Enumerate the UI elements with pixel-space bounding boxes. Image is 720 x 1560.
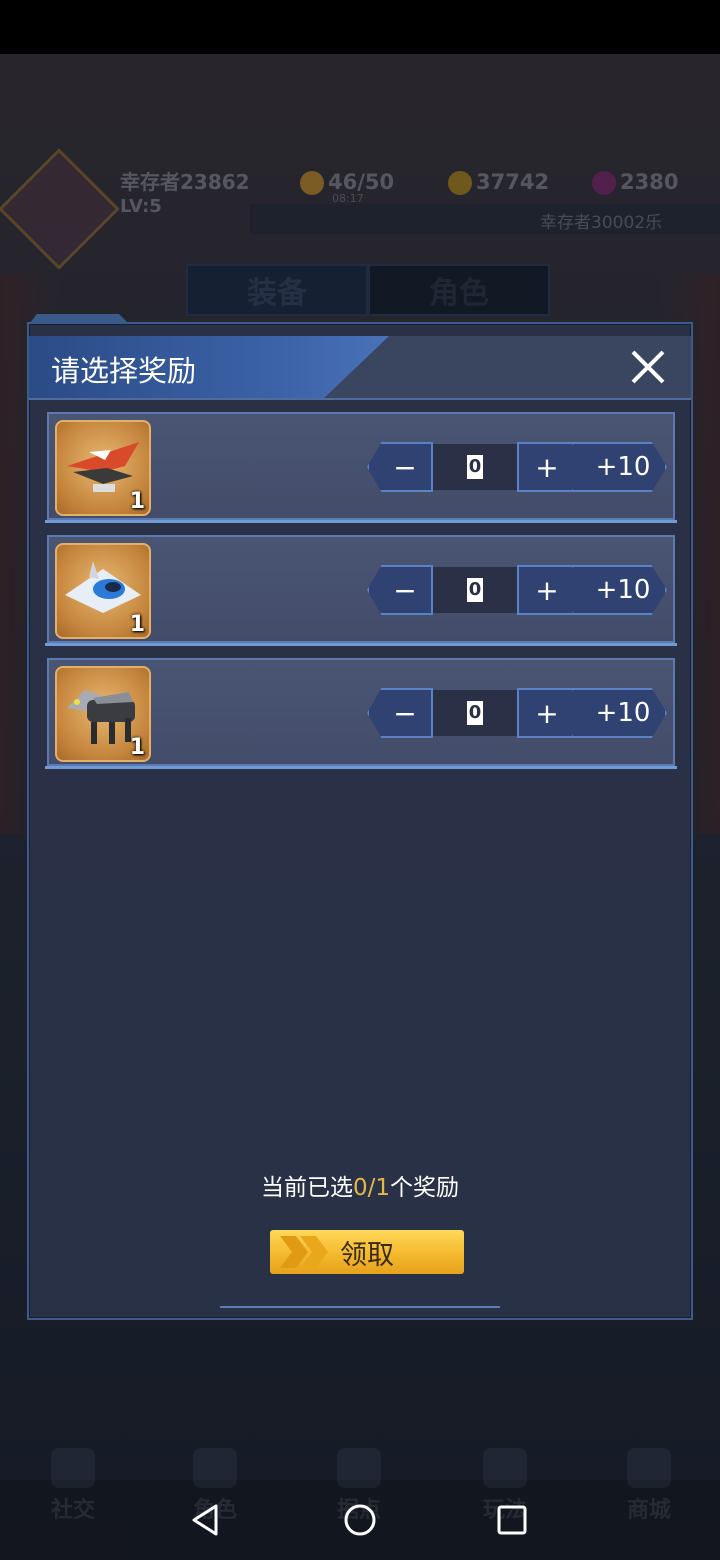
home-icon	[344, 1504, 376, 1536]
dialog-title: 请选择奖励	[51, 354, 197, 388]
minus-button[interactable]: −	[367, 565, 433, 615]
selection-summary: 当前已选0/1个奖励	[260, 1175, 459, 1201]
item-count: 1	[129, 735, 145, 760]
reward-row: 1 − 0 + +10	[45, 412, 677, 523]
recents-icon	[497, 1505, 527, 1535]
recents-button[interactable]	[492, 1500, 532, 1540]
plus10-button[interactable]: +10	[571, 442, 667, 492]
selection-count: 0/1	[352, 1175, 390, 1201]
dialog-header: 请选择奖励	[29, 336, 691, 400]
quantity-display: 0	[433, 567, 517, 613]
item-count: 1	[129, 612, 145, 637]
status-bar	[0, 0, 720, 54]
quantity-stepper: − 0 + +10	[367, 565, 667, 617]
reward-item-icon[interactable]: 1	[55, 666, 151, 762]
reward-item-icon[interactable]: 1	[55, 420, 151, 516]
dialog-bottom-edge	[220, 1306, 500, 1320]
item-count: 1	[129, 489, 145, 514]
close-button[interactable]	[623, 342, 673, 392]
back-icon	[192, 1504, 218, 1536]
plus10-button[interactable]: +10	[571, 565, 667, 615]
quantity-display: 0	[433, 444, 517, 490]
home-button[interactable]	[340, 1500, 380, 1540]
quantity-stepper: − 0 + +10	[367, 442, 667, 494]
claim-label: 领取	[340, 1239, 394, 1271]
minus-button[interactable]: −	[367, 442, 433, 492]
close-icon	[631, 350, 665, 384]
reward-item-icon[interactable]: 1	[55, 543, 151, 639]
back-button[interactable]	[186, 1500, 226, 1540]
reward-row: 1 − 0 + +10	[45, 658, 677, 769]
minus-button[interactable]: −	[367, 688, 433, 738]
chevron-right-icon	[280, 1236, 328, 1268]
quantity-display: 0	[433, 690, 517, 736]
quantity-stepper: − 0 + +10	[367, 688, 667, 740]
reward-row: 1 − 0 + +10	[45, 535, 677, 646]
plus10-button[interactable]: +10	[571, 688, 667, 738]
claim-button[interactable]: 领取	[270, 1230, 464, 1274]
